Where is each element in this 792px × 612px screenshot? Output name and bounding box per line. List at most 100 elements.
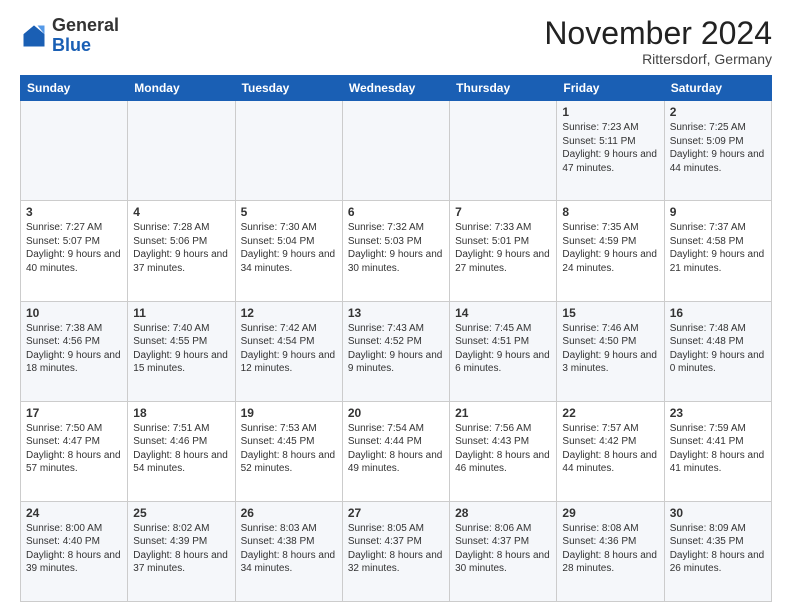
location: Rittersdorf, Germany bbox=[544, 51, 772, 67]
calendar-cell bbox=[128, 101, 235, 201]
calendar-cell: 1 Sunrise: 7:23 AMSunset: 5:11 PMDaylight… bbox=[557, 101, 664, 201]
day-number: 28 bbox=[455, 506, 551, 520]
day-number: 7 bbox=[455, 205, 551, 219]
calendar-week-3: 10 Sunrise: 7:38 AMSunset: 4:56 PMDayligh… bbox=[21, 301, 772, 401]
day-detail: Sunrise: 7:43 AMSunset: 4:52 PMDaylight:… bbox=[348, 322, 444, 376]
day-detail: Sunrise: 8:00 AMSunset: 4:40 PMDaylight:… bbox=[26, 522, 122, 576]
calendar-cell: 11 Sunrise: 7:40 AMSunset: 4:55 PMDayligh… bbox=[128, 301, 235, 401]
calendar-cell: 27 Sunrise: 8:05 AMSunset: 4:37 PMDayligh… bbox=[342, 501, 449, 601]
day-number: 26 bbox=[241, 506, 337, 520]
day-number: 27 bbox=[348, 506, 444, 520]
day-number: 24 bbox=[26, 506, 122, 520]
weekday-header-friday: Friday bbox=[557, 76, 664, 101]
calendar-cell: 4Sunrise: 7:28 AMSunset: 5:06 PMDaylight… bbox=[128, 201, 235, 301]
day-detail: Sunrise: 7:50 AMSunset: 4:47 PMDaylight:… bbox=[26, 422, 122, 476]
day-number: 19 bbox=[241, 406, 337, 420]
day-number: 23 bbox=[670, 406, 766, 420]
day-number: 10 bbox=[26, 306, 122, 320]
calendar-cell: 29Sunrise: 8:08 AMSunset: 4:36 PMDayligh… bbox=[557, 501, 664, 601]
day-detail: Sunrise: 7:57 AMSunset: 4:42 PMDaylight:… bbox=[562, 422, 658, 476]
day-detail: Sunrise: 7:59 AMSunset: 4:41 PMDaylight:… bbox=[670, 422, 766, 476]
calendar-cell: 14 Sunrise: 7:45 AMSunset: 4:51 PMDayligh… bbox=[450, 301, 557, 401]
day-number: 2 bbox=[670, 105, 766, 119]
day-number: 12 bbox=[241, 306, 337, 320]
day-detail: Sunrise: 7:46 AMSunset: 4:50 PMDaylight:… bbox=[562, 322, 658, 376]
day-detail: Sunrise: 8:09 AMSunset: 4:35 PMDaylight:… bbox=[670, 522, 766, 576]
day-number: 11 bbox=[133, 306, 229, 320]
day-detail: Sunrise: 8:03 AMSunset: 4:38 PMDaylight:… bbox=[241, 522, 337, 576]
calendar-header: SundayMondayTuesdayWednesdayThursdayFrid… bbox=[21, 76, 772, 101]
calendar-cell: 10 Sunrise: 7:38 AMSunset: 4:56 PMDayligh… bbox=[21, 301, 128, 401]
calendar-cell: 23 Sunrise: 7:59 AMSunset: 4:41 PMDayligh… bbox=[664, 401, 771, 501]
calendar-cell: 13 Sunrise: 7:43 AMSunset: 4:52 PMDayligh… bbox=[342, 301, 449, 401]
day-number: 21 bbox=[455, 406, 551, 420]
day-number: 25 bbox=[133, 506, 229, 520]
day-number: 5 bbox=[241, 205, 337, 219]
day-detail: Sunrise: 8:06 AMSunset: 4:37 PMDaylight:… bbox=[455, 522, 551, 576]
day-detail: Sunrise: 7:37 AMSunset: 4:58 PMDaylight:… bbox=[670, 221, 766, 275]
calendar-week-1: 1 Sunrise: 7:23 AMSunset: 5:11 PMDaylight… bbox=[21, 101, 772, 201]
calendar-cell: 26 Sunrise: 8:03 AMSunset: 4:38 PMDayligh… bbox=[235, 501, 342, 601]
calendar-week-2: 3 Sunrise: 7:27 AMSunset: 5:07 PMDaylight… bbox=[21, 201, 772, 301]
calendar-cell: 21Sunrise: 7:56 AMSunset: 4:43 PMDayligh… bbox=[450, 401, 557, 501]
calendar-cell: 9 Sunrise: 7:37 AMSunset: 4:58 PMDaylight… bbox=[664, 201, 771, 301]
title-section: November 2024 Rittersdorf, Germany bbox=[544, 16, 772, 67]
calendar-cell: 6 Sunrise: 7:32 AMSunset: 5:03 PMDaylight… bbox=[342, 201, 449, 301]
calendar-cell: 24 Sunrise: 8:00 AMSunset: 4:40 PMDayligh… bbox=[21, 501, 128, 601]
day-detail: Sunrise: 7:48 AMSunset: 4:48 PMDaylight:… bbox=[670, 322, 766, 376]
day-detail: Sunrise: 7:25 AMSunset: 5:09 PMDaylight:… bbox=[670, 121, 766, 175]
calendar-cell: 18Sunrise: 7:51 AMSunset: 4:46 PMDayligh… bbox=[128, 401, 235, 501]
weekday-header-thursday: Thursday bbox=[450, 76, 557, 101]
day-detail: Sunrise: 7:53 AMSunset: 4:45 PMDaylight:… bbox=[241, 422, 337, 476]
logo-icon bbox=[20, 22, 48, 50]
day-number: 3 bbox=[26, 205, 122, 219]
day-number: 15 bbox=[562, 306, 658, 320]
day-number: 14 bbox=[455, 306, 551, 320]
calendar-cell: 30 Sunrise: 8:09 AMSunset: 4:35 PMDayligh… bbox=[664, 501, 771, 601]
day-detail: Sunrise: 7:35 AMSunset: 4:59 PMDaylight:… bbox=[562, 221, 658, 275]
day-detail: Sunrise: 7:27 AMSunset: 5:07 PMDaylight:… bbox=[26, 221, 122, 275]
day-number: 30 bbox=[670, 506, 766, 520]
day-number: 1 bbox=[562, 105, 658, 119]
page: General Blue November 2024 Rittersdorf, … bbox=[0, 0, 792, 612]
day-number: 17 bbox=[26, 406, 122, 420]
weekday-row: SundayMondayTuesdayWednesdayThursdayFrid… bbox=[21, 76, 772, 101]
calendar-cell: 22 Sunrise: 7:57 AMSunset: 4:42 PMDayligh… bbox=[557, 401, 664, 501]
logo-text: General Blue bbox=[52, 16, 119, 56]
calendar-cell: 20 Sunrise: 7:54 AMSunset: 4:44 PMDayligh… bbox=[342, 401, 449, 501]
calendar-cell bbox=[342, 101, 449, 201]
day-detail: Sunrise: 7:23 AMSunset: 5:11 PMDaylight:… bbox=[562, 121, 658, 175]
calendar-cell bbox=[235, 101, 342, 201]
calendar-cell: 16 Sunrise: 7:48 AMSunset: 4:48 PMDayligh… bbox=[664, 301, 771, 401]
day-number: 22 bbox=[562, 406, 658, 420]
calendar-cell: 28 Sunrise: 8:06 AMSunset: 4:37 PMDayligh… bbox=[450, 501, 557, 601]
day-number: 18 bbox=[133, 406, 229, 420]
calendar-cell bbox=[450, 101, 557, 201]
weekday-header-wednesday: Wednesday bbox=[342, 76, 449, 101]
day-detail: Sunrise: 8:05 AMSunset: 4:37 PMDaylight:… bbox=[348, 522, 444, 576]
day-detail: Sunrise: 7:32 AMSunset: 5:03 PMDaylight:… bbox=[348, 221, 444, 275]
day-number: 9 bbox=[670, 205, 766, 219]
calendar-table: SundayMondayTuesdayWednesdayThursdayFrid… bbox=[20, 75, 772, 602]
day-detail: Sunrise: 7:45 AMSunset: 4:51 PMDaylight:… bbox=[455, 322, 551, 376]
day-detail: Sunrise: 7:30 AMSunset: 5:04 PMDaylight:… bbox=[241, 221, 337, 275]
day-number: 6 bbox=[348, 205, 444, 219]
day-detail: Sunrise: 7:38 AMSunset: 4:56 PMDaylight:… bbox=[26, 322, 122, 376]
calendar-cell: 8 Sunrise: 7:35 AMSunset: 4:59 PMDaylight… bbox=[557, 201, 664, 301]
day-number: 20 bbox=[348, 406, 444, 420]
calendar-cell: 2 Sunrise: 7:25 AMSunset: 5:09 PMDaylight… bbox=[664, 101, 771, 201]
calendar-cell: 12Sunrise: 7:42 AMSunset: 4:54 PMDayligh… bbox=[235, 301, 342, 401]
day-number: 8 bbox=[562, 205, 658, 219]
day-detail: Sunrise: 8:02 AMSunset: 4:39 PMDaylight:… bbox=[133, 522, 229, 576]
header: General Blue November 2024 Rittersdorf, … bbox=[20, 16, 772, 67]
weekday-header-tuesday: Tuesday bbox=[235, 76, 342, 101]
day-detail: Sunrise: 7:28 AMSunset: 5:06 PMDaylight:… bbox=[133, 221, 229, 275]
weekday-header-sunday: Sunday bbox=[21, 76, 128, 101]
calendar-cell: 25 Sunrise: 8:02 AMSunset: 4:39 PMDayligh… bbox=[128, 501, 235, 601]
calendar-cell bbox=[21, 101, 128, 201]
day-number: 13 bbox=[348, 306, 444, 320]
day-detail: Sunrise: 7:54 AMSunset: 4:44 PMDaylight:… bbox=[348, 422, 444, 476]
day-number: 29 bbox=[562, 506, 658, 520]
day-number: 16 bbox=[670, 306, 766, 320]
day-detail: Sunrise: 7:40 AMSunset: 4:55 PMDaylight:… bbox=[133, 322, 229, 376]
